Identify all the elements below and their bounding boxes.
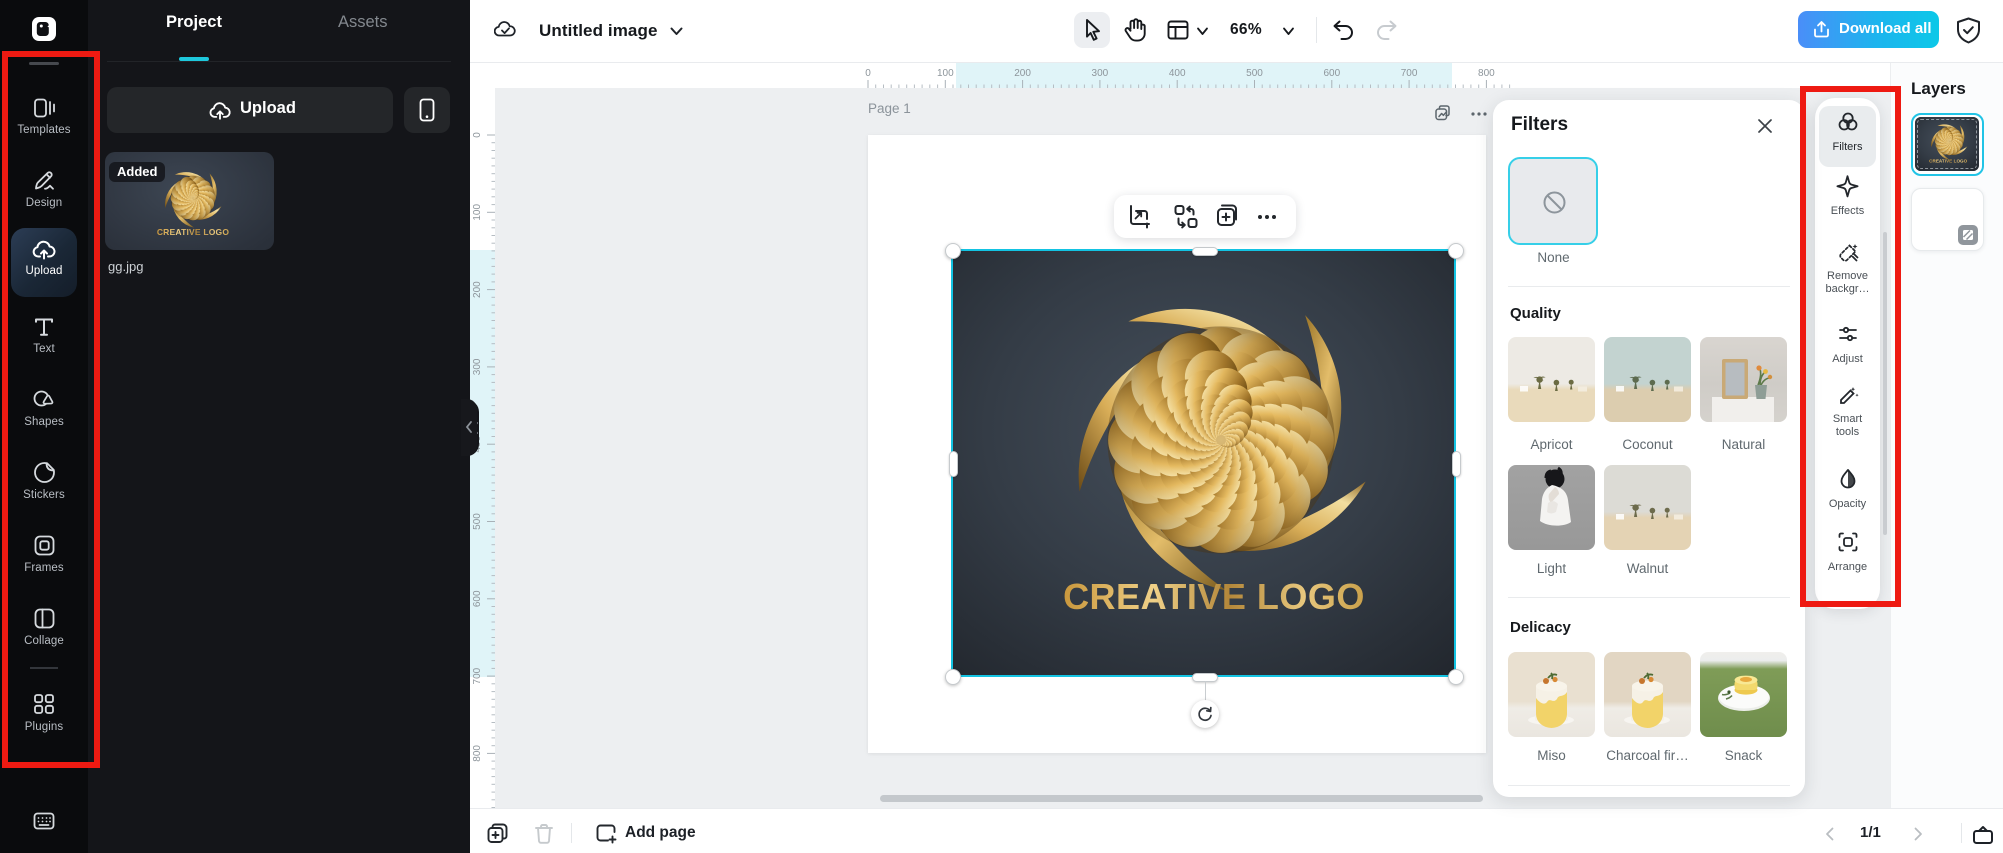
svg-text:CREATIVE LOGO: CREATIVE LOGO [157,227,230,237]
svg-text:100: 100 [472,204,483,221]
svg-text:300: 300 [1092,68,1109,79]
svg-text:700: 700 [1401,68,1418,79]
svg-text:500: 500 [472,513,483,530]
svg-text:800: 800 [1478,68,1495,79]
svg-text:800: 800 [472,745,483,762]
svg-text:500: 500 [1246,68,1263,79]
svg-text:0: 0 [865,68,871,79]
svg-text:200: 200 [1014,68,1031,79]
svg-text:700: 700 [472,667,483,684]
svg-text:600: 600 [472,590,483,607]
svg-text:400: 400 [1169,68,1186,79]
svg-text:300: 300 [472,358,483,375]
svg-text:0: 0 [472,132,483,138]
svg-text:200: 200 [472,281,483,298]
svg-text:100: 100 [937,68,954,79]
svg-text:600: 600 [1323,68,1340,79]
